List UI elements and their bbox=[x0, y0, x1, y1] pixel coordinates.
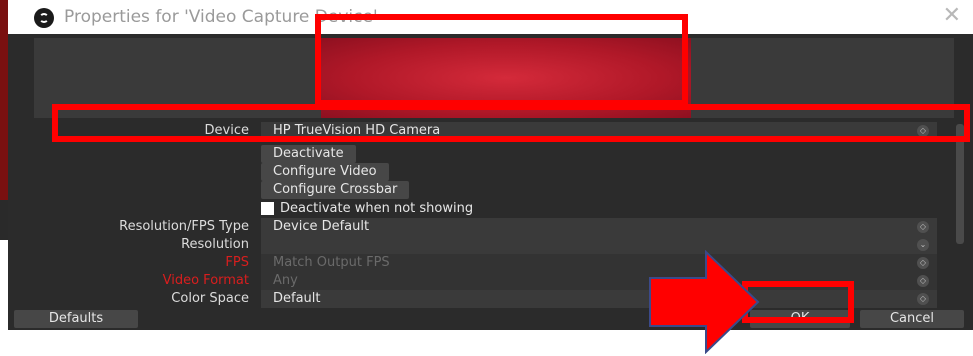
video-format-label: Video Format bbox=[162, 273, 249, 288]
resolution-fps-type-select[interactable]: Device Default ◇ bbox=[261, 218, 937, 236]
fps-value: Match Output FPS bbox=[273, 255, 390, 270]
updown-spin-icon: ◇ bbox=[917, 257, 929, 269]
color-space-value: Default bbox=[273, 291, 321, 306]
resolution-fps-type-value: Device Default bbox=[273, 219, 370, 234]
fps-label: FPS bbox=[225, 255, 249, 270]
configure-video-button[interactable]: Configure Video bbox=[261, 163, 389, 181]
chevron-down-icon: ⌄ bbox=[917, 239, 929, 251]
background-window-strip-dark bbox=[0, 200, 8, 240]
properties-scrollbar[interactable] bbox=[954, 120, 966, 324]
preview-highlight-box bbox=[315, 14, 688, 106]
color-space-label: Color Space bbox=[171, 291, 249, 306]
resolution-combobox[interactable]: ⌄ bbox=[261, 236, 937, 254]
close-icon[interactable]: ✕ bbox=[943, 5, 961, 27]
configure-crossbar-button[interactable]: Configure Crossbar bbox=[261, 181, 410, 199]
cancel-button[interactable]: Cancel bbox=[860, 310, 964, 328]
updown-spin-icon: ◇ bbox=[917, 221, 929, 233]
right-arrow-icon bbox=[649, 250, 760, 354]
annotation-arrow-shape bbox=[649, 250, 760, 354]
deactivate-when-not-showing-label: Deactivate when not showing bbox=[280, 201, 474, 216]
obs-logo-icon bbox=[34, 8, 54, 28]
deactivate-when-not-showing-checkbox[interactable] bbox=[261, 202, 274, 215]
updown-spin-icon: ◇ bbox=[917, 275, 929, 287]
resolution-label: Resolution bbox=[181, 237, 249, 252]
background-window-strip bbox=[0, 0, 8, 200]
deactivate-button[interactable]: Deactivate bbox=[261, 145, 356, 163]
scrollbar-thumb[interactable] bbox=[956, 124, 964, 244]
fps-select[interactable]: Match Output FPS ◇ bbox=[261, 254, 937, 272]
resolution-fps-type-label: Resolution/FPS Type bbox=[119, 219, 249, 234]
device-highlight-box bbox=[52, 104, 970, 142]
updown-spin-icon: ◇ bbox=[917, 293, 929, 305]
video-format-value: Any bbox=[273, 273, 298, 288]
defaults-button[interactable]: Defaults bbox=[14, 310, 138, 328]
